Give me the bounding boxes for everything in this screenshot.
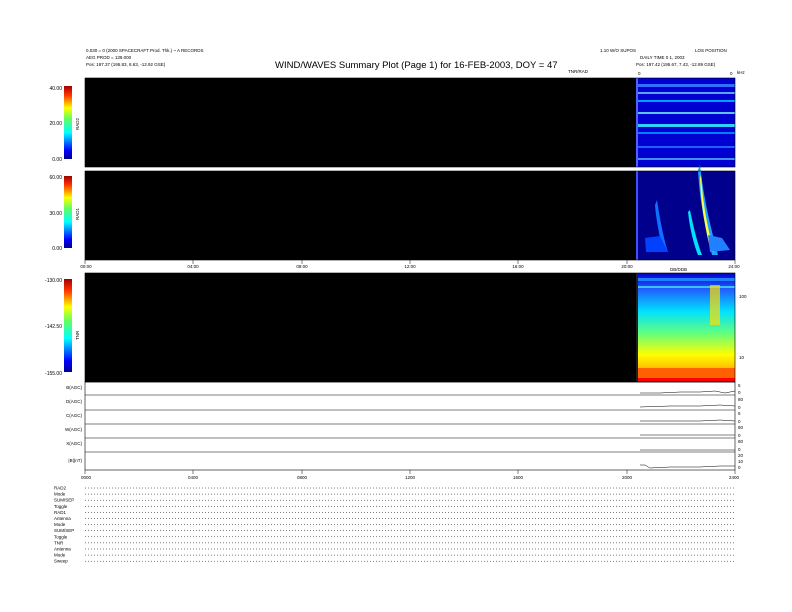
mode-row-label: SUM/SEP xyxy=(54,528,74,533)
header-left-line2: AEG PROD = 139.000 xyxy=(86,55,132,60)
rad2-cb-max: 40.00 xyxy=(49,86,62,92)
time-label: 0400 xyxy=(188,475,199,480)
mode-row-label: Antenna xyxy=(54,547,71,552)
time-label: 04:00 xyxy=(187,264,199,269)
rad1-spectrogram xyxy=(636,165,735,260)
svg-text:5: 5 xyxy=(738,411,741,416)
mode-row-label: Toggle xyxy=(54,534,68,539)
tnr-colorbar xyxy=(64,279,72,372)
time-label: 24:00 xyxy=(728,264,740,269)
svg-text:10: 10 xyxy=(738,459,744,464)
summary-plot: 40.00 20.00 0.00 60.00 30.00 0.00 -130.0… xyxy=(45,77,747,564)
time-label: 00:00 xyxy=(80,264,92,269)
time-label: 0800 xyxy=(297,475,308,480)
mode-row-label: Mode xyxy=(54,553,66,558)
tnr-cb-mid: -142.50 xyxy=(45,324,62,330)
time-label: 2400 xyxy=(729,475,740,480)
tnr-cb-min: -155.00 xyxy=(45,371,62,377)
rad2-colorbar xyxy=(64,86,72,159)
header-right-line3: Pos: 197.42 (195.67, 7.43, -12.89 GSE) xyxy=(636,62,716,67)
tnr-cb-max: -130.00 xyxy=(45,278,62,284)
time-label: 08:00 xyxy=(296,264,308,269)
rad2-cb-mid: 20.00 xyxy=(49,121,62,127)
rad1-time-labels: 00:00 04:00 08:00 12:00 16:00 20:00 24:0… xyxy=(80,264,740,269)
svg-text:20: 20 xyxy=(738,453,744,458)
svg-text:0: 0 xyxy=(738,390,741,395)
page-title: WIND/WAVES Summary Plot (Page 1) for 16-… xyxy=(275,60,558,71)
mode-rows: RAD2ModeSUM/SEPToggleRAD1AntennaModeSUM/… xyxy=(54,486,735,564)
agc-label: X(AGC) xyxy=(66,441,82,446)
tnr-spectrogram xyxy=(636,273,735,382)
agc-label: D(AGC) xyxy=(66,399,82,404)
mode-row-label: RAD2 xyxy=(54,486,67,491)
rad1-cb-mid: 30.00 xyxy=(49,211,62,217)
svg-text:0: 0 xyxy=(738,405,741,410)
mode-row-label: Sweep xyxy=(54,559,68,564)
agc-label: B(AGC) xyxy=(66,385,82,390)
rad2-label: RAD2 xyxy=(75,117,80,130)
agc-time-labels: 0000 0400 0800 1200 1600 2000 2400 xyxy=(81,475,740,480)
mode-row-label: TNR xyxy=(54,540,64,545)
tnr-label: TNR xyxy=(75,330,80,340)
agc-label: C(AGC) xyxy=(66,413,82,418)
rad1-cb-max: 60.00 xyxy=(49,175,62,181)
rad2-spectrogram xyxy=(636,78,735,167)
agc-tick-labels: 5 0 80 0 5 0 80 0 80 0 20 10 0 xyxy=(738,383,744,470)
svg-text:5: 5 xyxy=(738,383,741,388)
time-label: 20:00 xyxy=(621,264,633,269)
rad1-label: RAD1 xyxy=(75,207,80,220)
unit-label: kHz xyxy=(737,70,745,75)
svg-text:80: 80 xyxy=(738,397,744,402)
rad1-title: DB/DDB xyxy=(670,267,687,272)
mode-row-label: SUM/SEP xyxy=(54,498,74,503)
agc-label: W(AGC) xyxy=(65,427,82,432)
time-label: 12:00 xyxy=(404,264,416,269)
panel-labels: RAD2 RAD1 TNR xyxy=(75,117,80,340)
rad2-cb-min: 0.00 xyxy=(52,157,62,163)
time-label: 1200 xyxy=(405,475,416,480)
svg-text:0: 0 xyxy=(738,447,741,452)
agc-traces xyxy=(639,390,736,469)
header-left-line1: 0.030 = 0 (2000 SPACECRAFT Prod. Thk.) ~… xyxy=(86,48,204,53)
mode-row-label: Antenna xyxy=(54,516,71,521)
tnr-freq-label: 100 xyxy=(739,294,747,299)
header-right-line0: LOS POSITION xyxy=(695,48,727,53)
svg-text:0: 0 xyxy=(738,433,741,438)
tnr-rad-label: TNR/RAD xyxy=(568,69,588,74)
rad1-colorbar xyxy=(64,176,72,248)
colorbar-labels: 40.00 20.00 0.00 60.00 30.00 0.00 -130.0… xyxy=(45,86,62,377)
mode-row-label: RAD1 xyxy=(54,510,67,515)
header-right-line2: DAILY TIME 0 1, 2003 xyxy=(640,55,685,60)
tnr-freq-label: 10 xyxy=(739,355,745,360)
svg-text:0: 0 xyxy=(738,465,741,470)
rad1-cb-min: 0.00 xyxy=(52,246,62,252)
mode-row-label: Toggle xyxy=(54,504,68,509)
mode-row-label: Mode xyxy=(54,522,66,527)
time-label: 16:00 xyxy=(512,264,524,269)
svg-text:80: 80 xyxy=(738,425,744,430)
agc-label: |B|(nT) xyxy=(68,458,82,463)
agc-labels: B(AGC) D(AGC) C(AGC) W(AGC) X(AGC) |B|(n… xyxy=(65,385,83,463)
top-axis-right: 0 xyxy=(730,71,733,76)
time-label: 0000 xyxy=(81,475,92,480)
agc-dividers xyxy=(85,394,735,453)
svg-text:80: 80 xyxy=(738,439,744,444)
time-label: 1600 xyxy=(513,475,524,480)
mode-row-label: Mode xyxy=(54,492,66,497)
svg-text:0: 0 xyxy=(738,419,741,424)
header-right-line1: 1.10 W/O SUPOS xyxy=(600,48,637,53)
time-label: 2000 xyxy=(622,475,633,480)
header-left-line3: Pos: 197.37 (195.83, 8.63, -12.92 GSE) xyxy=(86,62,166,67)
top-axis-left: 0 xyxy=(638,71,641,76)
